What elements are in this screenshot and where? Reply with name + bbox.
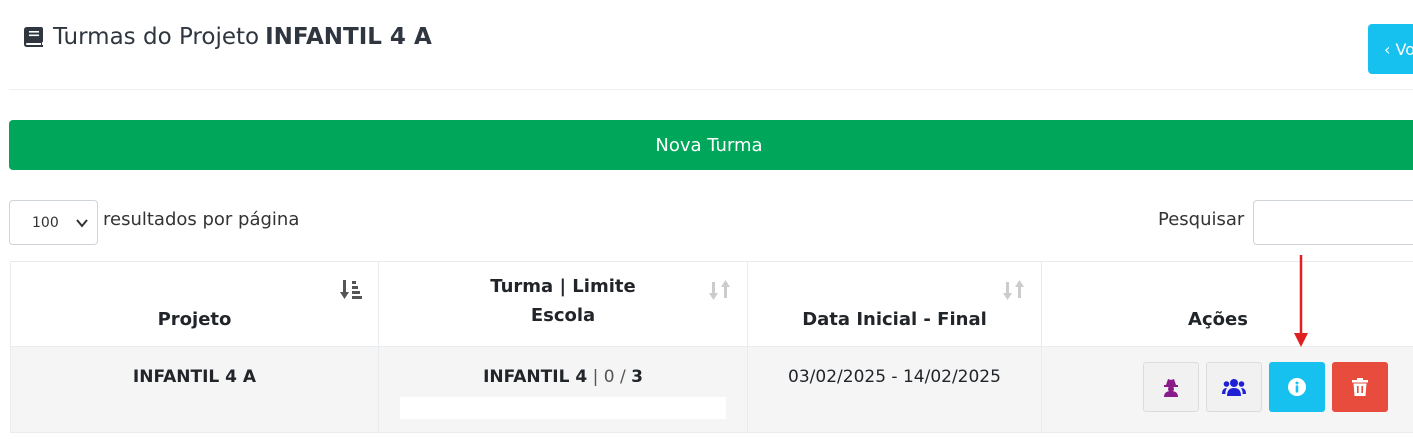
column-header-acoes: Ações	[1041, 261, 1413, 347]
column-label-datas: Data Inicial - Final	[802, 309, 987, 330]
row-separator: |	[592, 367, 599, 387]
row-project-name: INFANTIL 4 A	[132, 367, 257, 387]
chevron-down-icon	[76, 219, 88, 228]
sort-desc-icon	[340, 280, 362, 299]
row-slash: /	[619, 367, 626, 387]
column-label-turma: Turma | Limite	[490, 276, 636, 297]
title-project-name: INFANTIL 4 A	[265, 24, 432, 50]
column-label-projeto: Projeto	[157, 309, 232, 330]
user-secret-button[interactable]	[1143, 362, 1199, 412]
user-secret-icon	[1164, 379, 1178, 397]
cell-turma: INFANTIL 4 | 0 / 3	[378, 346, 748, 433]
students-button[interactable]	[1206, 362, 1262, 412]
classes-table: Projeto Turma | Limite Escola Data Inici…	[10, 261, 1413, 433]
column-header-datas[interactable]: Data Inicial - Final	[747, 261, 1042, 347]
school-field-bar	[400, 397, 726, 419]
row-dates: 03/02/2025 - 14/02/2025	[788, 367, 1001, 387]
cell-acoes	[1041, 346, 1413, 433]
annotation-arrow-icon	[1294, 255, 1308, 347]
page-length-label: resultados por página	[103, 209, 300, 230]
sort-icon	[1003, 280, 1024, 300]
row-enrolled-count: 0	[603, 367, 615, 387]
page-title: Turmas do Projeto INFANTIL 4 A	[22, 24, 432, 50]
column-label-escola: Escola	[530, 305, 596, 326]
back-button-label: ‹ Vo	[1384, 39, 1413, 59]
trash-icon	[1352, 378, 1368, 396]
sort-icon	[709, 280, 730, 300]
column-header-projeto[interactable]: Projeto	[10, 261, 379, 347]
back-button[interactable]: ‹ Vo	[1368, 24, 1413, 74]
column-header-turma[interactable]: Turma | Limite Escola	[378, 261, 748, 347]
table-row: INFANTIL 4 A INFANTIL 4 | 0 / 3 03/02/20…	[10, 346, 1413, 433]
cell-datas: 03/02/2025 - 14/02/2025	[747, 346, 1042, 433]
book-icon	[24, 27, 43, 47]
row-limit: 3	[631, 367, 643, 387]
users-icon	[1222, 379, 1246, 396]
row-class-name: INFANTIL 4	[483, 367, 588, 387]
search-input[interactable]	[1253, 200, 1413, 245]
info-button[interactable]	[1269, 362, 1325, 412]
cell-projeto: INFANTIL 4 A	[10, 346, 379, 433]
column-label-acoes: Ações	[1188, 309, 1248, 330]
search-label: Pesquisar	[1158, 209, 1245, 230]
header-divider	[9, 89, 1413, 90]
delete-button[interactable]	[1332, 362, 1388, 412]
page-length-select[interactable]: 100	[9, 200, 98, 245]
new-class-button-label: Nova Turma	[655, 134, 763, 156]
table-header-row: Projeto Turma | Limite Escola Data Inici…	[10, 261, 1413, 347]
title-prefix: Turmas do Projeto	[53, 24, 260, 50]
info-circle-icon	[1288, 378, 1306, 396]
new-class-button[interactable]: Nova Turma	[9, 120, 1413, 170]
page-length-value: 100	[32, 214, 59, 231]
